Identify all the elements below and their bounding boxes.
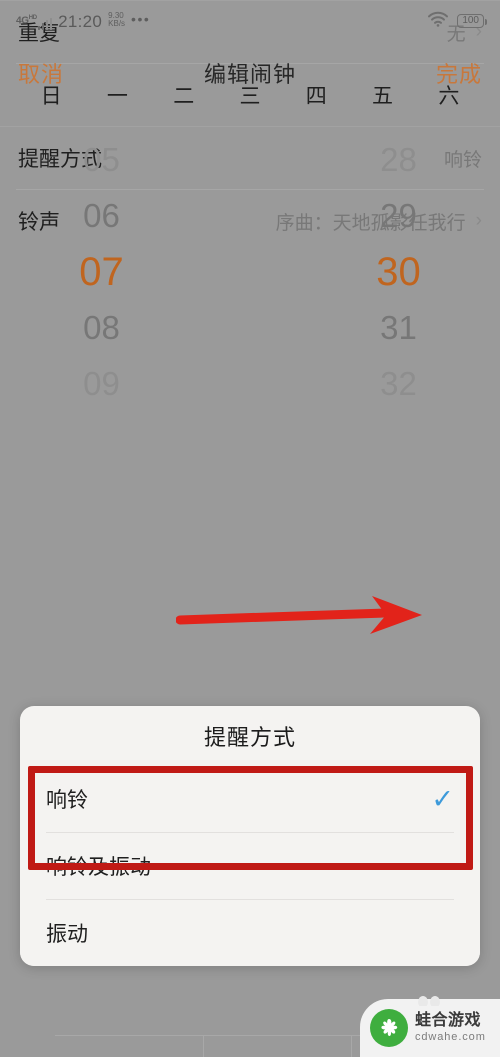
minute-option[interactable]: 28	[306, 132, 491, 188]
network-speed-indicator: 9.30 KB/s	[108, 11, 126, 29]
network-type-label: 4GHD	[16, 15, 37, 27]
minute-option-selected[interactable]: 30	[306, 244, 491, 300]
wifi-icon	[427, 11, 449, 32]
watermark-name: 蛙合游戏	[415, 1012, 482, 1030]
page-title: 编辑闹钟	[203, 62, 296, 87]
signal-strength-icon	[37, 17, 53, 30]
bottom-bar-cell	[204, 1036, 353, 1057]
status-bar-right: 100	[427, 11, 487, 32]
red-arrow-annotation	[175, 596, 424, 636]
hour-option-selected[interactable]: 07	[9, 244, 194, 300]
hour-option[interactable]: 08	[9, 300, 194, 356]
status-bar: 4GHD 21:20 9.30 KB/s ••• 100	[0, 0, 500, 42]
minute-option[interactable]: 31	[306, 300, 491, 356]
hour-wheel[interactable]: 05 06 07 08 09	[9, 104, 194, 440]
dialog-option-label: 响铃	[46, 789, 88, 812]
dialog-option-label: 振动	[46, 923, 88, 946]
hour-option[interactable]: 06	[9, 188, 194, 244]
dialog-option-ring-and-vibrate[interactable]: 响铃及振动	[20, 833, 480, 899]
dialog-option-label: 响铃及振动	[46, 856, 151, 879]
minute-option[interactable]: 29	[306, 188, 491, 244]
watermark: 蛙合游戏 cdwahe.com	[360, 996, 500, 1057]
network-indicator: 4GHD	[16, 15, 53, 30]
reminder-method-dialog: 提醒方式 响铃 ✓ 响铃及振动 振动	[20, 706, 480, 966]
frog-logo-icon	[370, 1009, 408, 1047]
network-speed-unit: KB/s	[108, 19, 126, 29]
hour-option[interactable]: 05	[9, 132, 194, 188]
battery-indicator: 100	[457, 14, 487, 28]
check-icon: ✓	[431, 783, 454, 814]
watermark-text: 蛙合游戏 cdwahe.com	[415, 1012, 486, 1043]
frog-eyes-icon	[416, 993, 442, 1008]
navigation-bar: 取消 编辑闹钟 完成	[0, 42, 500, 104]
dialog-option-vibrate[interactable]: 振动	[20, 900, 480, 966]
status-bar-left: 4GHD 21:20 9.30 KB/s •••	[16, 10, 151, 31]
minute-wheel[interactable]: 28 29 30 31 32	[306, 104, 491, 440]
hour-option[interactable]: 09	[9, 356, 194, 412]
status-bar-clock: 21:20	[58, 11, 103, 31]
watermark-url: cdwahe.com	[415, 1030, 486, 1043]
done-button[interactable]: 完成	[436, 57, 482, 89]
status-overflow-icon: •••	[131, 10, 151, 27]
minute-option[interactable]: 32	[306, 356, 491, 412]
dialog-option-ring[interactable]: 响铃 ✓	[20, 766, 480, 832]
bottom-bar-cell	[55, 1036, 204, 1057]
time-picker[interactable]: 05 06 07 08 09 28 29 30 31 32	[0, 104, 500, 440]
dialog-title: 提醒方式	[203, 725, 296, 750]
